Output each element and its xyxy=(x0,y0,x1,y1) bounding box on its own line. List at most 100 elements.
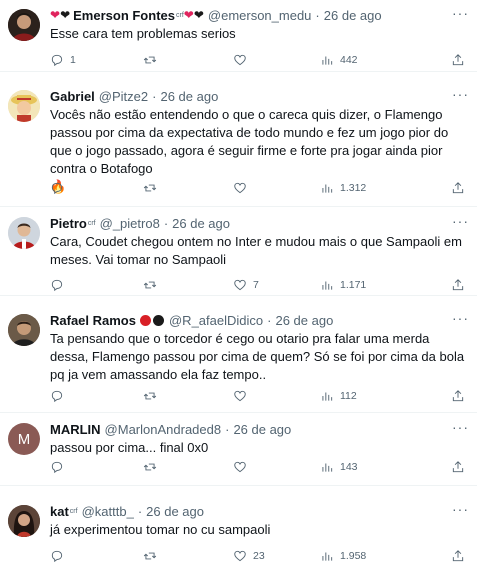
display-name[interactable]: MARLIN xyxy=(50,422,101,437)
view-count: 112 xyxy=(340,390,357,402)
reply-button[interactable] xyxy=(50,460,70,474)
name-suffix: crf xyxy=(69,507,78,515)
reply-icon xyxy=(51,182,63,195)
display-name[interactable]: Rafael Ramos xyxy=(50,313,136,328)
views-icon xyxy=(322,392,333,401)
views-button[interactable]: 143 xyxy=(320,460,358,474)
retweet-button[interactable] xyxy=(143,53,163,67)
views-icon xyxy=(322,56,333,65)
tweet-body: Rafael Ramos @R_afaelDidico · 26 de ago … xyxy=(50,311,469,384)
handle[interactable]: @emerson_medu xyxy=(208,8,312,23)
avatar[interactable] xyxy=(8,505,40,537)
timestamp[interactable]: 26 de ago xyxy=(160,89,218,104)
like-button[interactable] xyxy=(233,389,253,403)
views-button[interactable]: 442 xyxy=(320,53,358,67)
reply-button[interactable] xyxy=(50,389,70,403)
avatar[interactable] xyxy=(8,90,40,122)
reply-button[interactable]: 1 xyxy=(50,53,76,67)
timestamp[interactable]: 26 de ago xyxy=(233,422,291,437)
avatar-photo-icon xyxy=(8,505,40,537)
share-button[interactable] xyxy=(451,181,465,195)
timestamp[interactable]: 26 de ago xyxy=(324,8,382,23)
reply-button[interactable] xyxy=(50,181,70,195)
tweet-text: passou por cima... final 0x0 xyxy=(50,440,209,455)
views-button[interactable]: 112 xyxy=(320,389,357,403)
tweet-text: Esse cara tem problemas serios xyxy=(50,26,236,41)
views-button[interactable]: 1.958 xyxy=(320,549,366,563)
avatar[interactable] xyxy=(8,314,40,346)
timestamp[interactable]: 26 de ago xyxy=(275,313,333,328)
black-heart-icon: ❤ xyxy=(60,8,71,22)
tweet-body: ❤ ❤ Emerson Fontes crf ❤ ❤ @emerson_medu · 2… xyxy=(50,6,469,43)
tweet-actions: 1.312 xyxy=(50,179,469,197)
view-count: 1.312 xyxy=(340,182,367,194)
tweet-header: Pietro crf @_pietro8 · 26 de ago xyxy=(50,214,469,232)
share-button[interactable] xyxy=(451,278,465,292)
like-count: 23 xyxy=(253,550,265,562)
retweet-button[interactable] xyxy=(143,278,163,292)
avatar[interactable] xyxy=(8,217,40,249)
like-button[interactable]: 23 xyxy=(233,549,265,563)
handle[interactable]: @R_afaelDidico xyxy=(169,313,263,328)
more-icon[interactable]: ··· xyxy=(452,5,469,21)
tweet-actions: 7 1.171 xyxy=(50,276,469,294)
views-button[interactable]: 1.312 xyxy=(320,181,366,195)
reply-button[interactable] xyxy=(50,549,70,563)
separator-dot: · xyxy=(137,503,143,519)
tweet-5[interactable]: M MARLIN @MarlonAndraded8 · 26 de ago pa… xyxy=(0,414,477,486)
like-button[interactable]: 7 xyxy=(233,278,259,292)
timestamp[interactable]: 26 de ago xyxy=(146,504,204,519)
retweet-icon xyxy=(143,184,157,192)
like-button[interactable] xyxy=(233,181,253,195)
like-button[interactable] xyxy=(233,53,253,67)
share-button[interactable] xyxy=(451,549,465,563)
share-button[interactable] xyxy=(451,460,465,474)
like-icon xyxy=(234,182,246,194)
avatar[interactable]: M xyxy=(8,423,40,455)
red-heart-icon: ❤ xyxy=(183,8,194,22)
more-icon[interactable]: ··· xyxy=(452,213,469,229)
like-button[interactable] xyxy=(233,460,253,474)
display-name[interactable]: kat xyxy=(50,504,69,519)
display-name[interactable]: Pietro xyxy=(50,216,87,231)
views-button[interactable]: 1.171 xyxy=(320,278,366,292)
handle[interactable]: @_pietro8 xyxy=(100,216,160,231)
reply-icon xyxy=(51,461,63,474)
display-name[interactable]: Gabriel xyxy=(50,89,95,104)
name-suffix: crf xyxy=(87,219,96,227)
timestamp[interactable]: 26 de ago xyxy=(172,216,230,231)
view-count: 1.958 xyxy=(340,550,367,562)
tweet-2[interactable]: Gabriel @Pitze2 · 26 de ago Vocês não es… xyxy=(0,81,477,207)
retweet-icon xyxy=(143,552,157,560)
handle[interactable]: @katttb_ xyxy=(82,504,134,519)
tweet-3[interactable]: Pietro crf @_pietro8 · 26 de ago Cara, Co… xyxy=(0,208,477,296)
tweet-6[interactable]: kat crf @katttb_ · 26 de ago já experimen… xyxy=(0,496,477,575)
retweet-button[interactable] xyxy=(143,460,163,474)
avatar[interactable] xyxy=(8,9,40,41)
share-button[interactable] xyxy=(451,53,465,67)
handle[interactable]: @MarlonAndraded8 xyxy=(105,422,222,437)
more-icon[interactable]: ··· xyxy=(452,310,469,326)
avatar-initial: M xyxy=(17,430,31,448)
display-name[interactable]: Emerson Fontes xyxy=(73,8,175,23)
retweet-button[interactable] xyxy=(143,549,163,563)
handle[interactable]: @Pitze2 xyxy=(99,89,148,104)
view-count: 1.171 xyxy=(340,279,367,291)
reply-icon xyxy=(51,54,63,67)
reply-button[interactable] xyxy=(50,278,70,292)
tweet-1[interactable]: ❤ ❤ Emerson Fontes crf ❤ ❤ @emerson_medu · 2… xyxy=(0,0,477,72)
tweet-header: MARLIN @MarlonAndraded8 · 26 de ago xyxy=(50,420,469,438)
retweet-icon xyxy=(143,281,157,289)
tweet-actions: 23 1.958 xyxy=(50,547,469,565)
more-icon[interactable]: ··· xyxy=(452,419,469,435)
tweet-body: Pietro crf @_pietro8 · 26 de ago Cara, Co… xyxy=(50,214,469,269)
reply-icon xyxy=(51,550,63,563)
more-icon[interactable]: ··· xyxy=(452,86,469,102)
reply-icon xyxy=(51,279,63,292)
share-button[interactable] xyxy=(451,389,465,403)
retweet-button[interactable] xyxy=(143,389,163,403)
retweet-button[interactable] xyxy=(143,181,163,195)
tweet-4[interactable]: Rafael Ramos @R_afaelDidico · 26 de ago … xyxy=(0,305,477,413)
reply-icon xyxy=(51,390,63,403)
more-icon[interactable]: ··· xyxy=(452,501,469,517)
